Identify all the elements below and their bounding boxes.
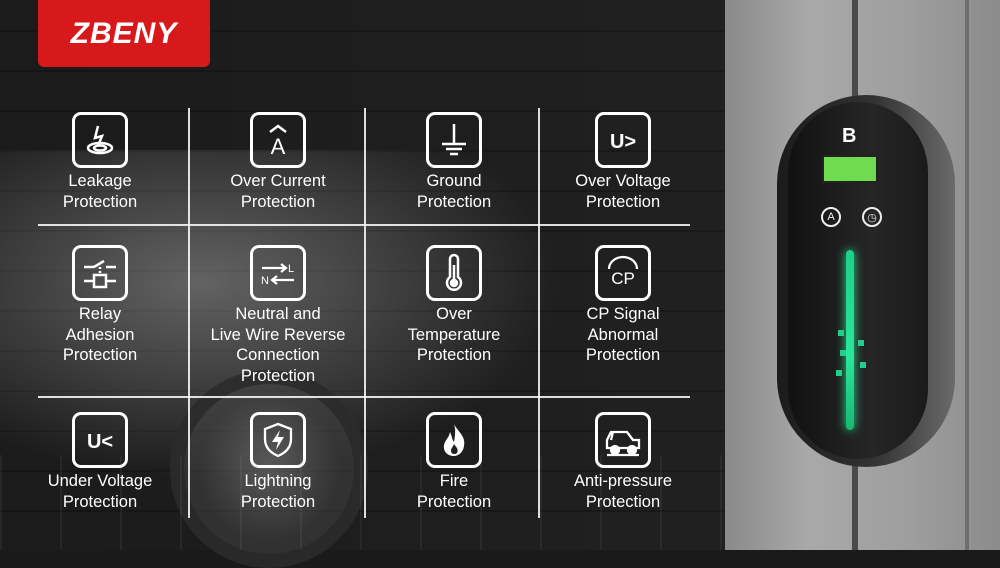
feature-ground-protection: Ground Protection — [369, 112, 539, 212]
cp-signal-icon: CP — [595, 245, 651, 301]
feature-label: Over Temperature Protection — [407, 305, 501, 364]
under-voltage-icon: U< — [72, 412, 128, 468]
feature-over-temperature-protection: Over Temperature Protection — [369, 245, 539, 366]
feature-label: CP Signal Abnormal Protection — [585, 305, 661, 364]
neutral-live-wire-icon: L N — [250, 245, 306, 301]
grid-divider — [38, 224, 690, 226]
feature-label: Neutral and Live Wire Reverse Connection Pr… — [210, 305, 346, 385]
feature-label: Relay Adhesion Protection — [62, 305, 138, 364]
wall-joint — [965, 0, 969, 550]
lightning-shield-icon — [250, 412, 306, 468]
grid-divider — [364, 108, 366, 518]
feature-label: Over Current Protection — [230, 172, 326, 211]
svg-text:U<: U< — [87, 431, 113, 453]
feature-leakage-protection: Leakage Protection — [15, 112, 185, 212]
feature-neutral-live-wire-protection: L N Neutral and Live Wire Reverse Connecti… — [193, 245, 363, 386]
svg-text:A: A — [271, 134, 286, 159]
light-pixel — [858, 340, 864, 346]
relay-adhesion-icon — [72, 245, 128, 301]
svg-text:L: L — [288, 263, 294, 275]
leakage-icon — [72, 112, 128, 168]
brand-logo-text: ZBENY — [70, 16, 178, 50]
svg-text:U>: U> — [610, 131, 636, 153]
charger-timer-button: ◷ — [862, 207, 882, 227]
feature-under-voltage-protection: U< Under Voltage Protection — [15, 412, 185, 512]
light-pixel — [838, 330, 844, 336]
light-pixel — [840, 350, 846, 356]
grid-divider — [188, 108, 190, 518]
feature-label: Ground Protection — [416, 172, 492, 211]
feature-lightning-protection: Lightning Protection — [193, 412, 363, 512]
charger-lcd-screen — [822, 155, 878, 183]
charger-light-bar — [846, 250, 854, 430]
feature-over-current-protection: A Over Current Protection — [193, 112, 363, 212]
ground-icon — [426, 112, 482, 168]
feature-label: Leakage Protection — [62, 172, 138, 211]
over-voltage-icon: U> — [595, 112, 651, 168]
grid-divider — [38, 396, 690, 398]
feature-label: Lightning Protection — [240, 472, 316, 511]
svg-text:N: N — [261, 275, 269, 287]
feature-cp-signal-abnormal-protection: CP CP Signal Abnormal Protection — [538, 245, 708, 366]
charger-a-button: A — [821, 207, 841, 227]
over-current-icon: A — [250, 112, 306, 168]
feature-anti-pressure-protection: Anti-pressure Protection — [538, 412, 708, 512]
feature-label: Fire Protection — [416, 472, 492, 511]
fire-icon — [426, 412, 482, 468]
feature-over-voltage-protection: U> Over Voltage Protection — [538, 112, 708, 212]
feature-label: Under Voltage Protection — [47, 472, 153, 511]
svg-text:CP: CP — [611, 269, 635, 288]
anti-pressure-car-icon — [595, 412, 651, 468]
feature-relay-adhesion-protection: Relay Adhesion Protection — [15, 245, 185, 366]
feature-label: Anti-pressure Protection — [573, 472, 673, 511]
thermometer-icon — [426, 245, 482, 301]
light-pixel — [836, 370, 842, 376]
feature-fire-protection: Fire Protection — [369, 412, 539, 512]
feature-label: Over Voltage Protection — [575, 172, 671, 211]
charger-logo: B — [842, 125, 857, 147]
brand-logo: ZBENY — [38, 0, 210, 67]
light-pixel — [860, 362, 866, 368]
